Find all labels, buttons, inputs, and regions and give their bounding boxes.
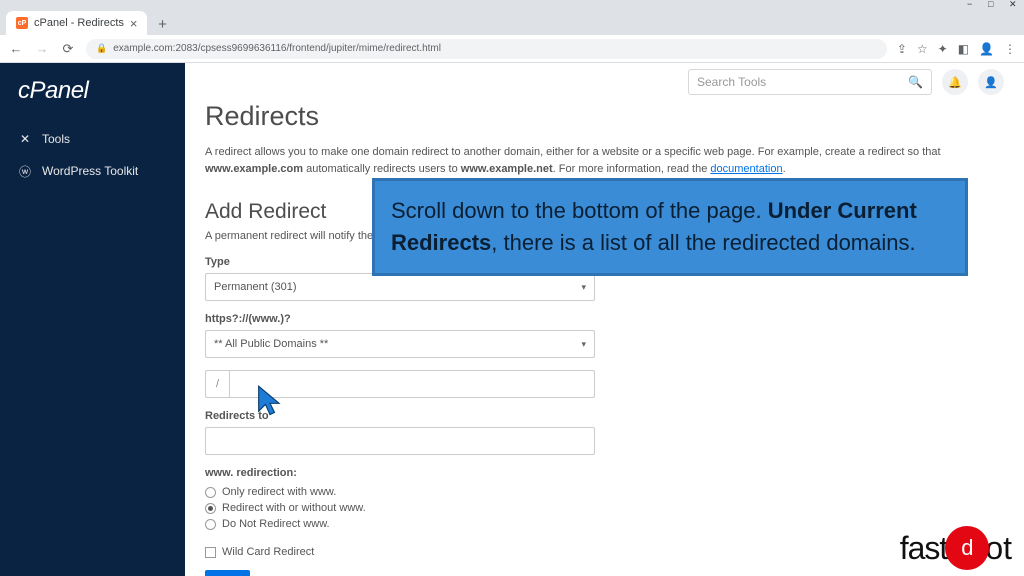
sidebar-item-label: WordPress Toolkit	[42, 164, 138, 178]
checkbox-icon	[205, 547, 216, 558]
radio-no-www[interactable]: Do Not Redirect www.	[205, 516, 1004, 532]
type-select[interactable]: Permanent (301)	[205, 273, 595, 301]
radio-with-without-www[interactable]: Redirect with or without www.	[205, 500, 1004, 516]
domain-label: https?://(www.)?	[205, 313, 1004, 325]
page-description: A redirect allows you to make one domain…	[205, 144, 1004, 178]
search-tools-input[interactable]: Search Tools 🔍	[688, 69, 932, 95]
search-placeholder: Search Tools	[697, 75, 766, 89]
tab-title: cPanel - Redirects	[34, 17, 124, 29]
menu-icon[interactable]: ⋮	[1004, 42, 1016, 56]
redirects-to-input[interactable]	[205, 427, 595, 455]
star-icon[interactable]: ☆	[917, 42, 928, 56]
radio-icon	[205, 503, 216, 514]
add-button[interactable]: Add	[205, 570, 250, 576]
topbar: Search Tools 🔍 🔔 👤	[185, 63, 1024, 101]
cpanel-favicon-icon	[16, 17, 28, 29]
radio-icon	[205, 487, 216, 498]
bell-icon: 🔔	[948, 76, 962, 89]
www-redirection-label: www. redirection:	[205, 467, 1004, 479]
browser-action-icons: ⇪ ☆ ✦ ◧ 👤 ⋮	[897, 42, 1016, 56]
user-icon: 👤	[984, 76, 998, 89]
notifications-button[interactable]: 🔔	[942, 69, 968, 95]
profile-icon[interactable]: 👤	[979, 42, 994, 56]
tab-close-icon[interactable]: ×	[130, 16, 138, 31]
lock-icon: 🔒	[96, 43, 107, 54]
tools-icon: ✕	[18, 132, 32, 146]
extension-icon[interactable]: ✦	[938, 42, 948, 56]
sidebar-item-label: Tools	[42, 132, 70, 146]
domain-select[interactable]: ** All Public Domains **	[205, 330, 595, 358]
cpanel-logo: cPanel	[0, 77, 185, 123]
sidebar-item-tools[interactable]: ✕ Tools	[0, 123, 185, 155]
fastdot-logo: fast d ot	[900, 526, 1012, 570]
reload-button[interactable]: ⟳	[60, 41, 76, 57]
radio-only-www[interactable]: Only redirect with www.	[205, 484, 1004, 500]
forward-button[interactable]: →	[34, 41, 50, 57]
url-text: example.com:2083/cpsess9699636116/fronte…	[113, 43, 441, 54]
maximize-icon[interactable]: □	[988, 0, 997, 9]
instruction-callout: Scroll down to the bottom of the page. U…	[372, 178, 968, 276]
browser-tab[interactable]: cPanel - Redirects ×	[6, 11, 147, 35]
window-controls: − □ ✕	[0, 0, 1024, 9]
sidebar: cPanel ✕ Tools ⓦ WordPress Toolkit	[0, 63, 185, 576]
url-bar: ← → ⟳ 🔒 example.com:2083/cpsess969963611…	[0, 35, 1024, 63]
page-title: Redirects	[205, 101, 1004, 132]
extension2-icon[interactable]: ◧	[958, 42, 969, 56]
new-tab-button[interactable]: +	[151, 13, 173, 35]
main-content: Search Tools 🔍 🔔 👤 Redirects A redirect …	[185, 63, 1024, 576]
radio-icon	[205, 519, 216, 530]
wildcard-checkbox-row[interactable]: Wild Card Redirect	[205, 544, 1004, 560]
tab-strip: cPanel - Redirects × +	[0, 9, 1024, 35]
sidebar-item-wordpress[interactable]: ⓦ WordPress Toolkit	[0, 155, 185, 187]
slash-prefix: /	[205, 370, 229, 398]
search-icon: 🔍	[908, 75, 923, 89]
address-bar[interactable]: 🔒 example.com:2083/cpsess9699636116/fron…	[86, 39, 887, 59]
minimize-icon[interactable]: −	[967, 0, 976, 9]
documentation-link[interactable]: documentation	[710, 163, 782, 175]
wordpress-icon: ⓦ	[18, 164, 32, 178]
user-menu-button[interactable]: 👤	[978, 69, 1004, 95]
share-icon[interactable]: ⇪	[897, 42, 907, 56]
back-button[interactable]: ←	[8, 41, 24, 57]
close-window-icon[interactable]: ✕	[1009, 0, 1018, 9]
redirects-to-label: Redirects to	[205, 410, 1004, 422]
